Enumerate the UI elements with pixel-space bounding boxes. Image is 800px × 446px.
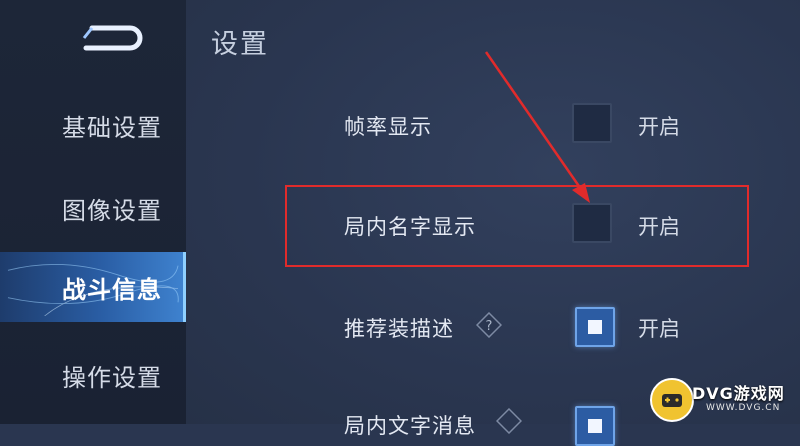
- sidebar-item-basic[interactable]: 基础设置: [0, 93, 186, 157]
- watermark: DVG游戏网 WWW.DVG.CN: [650, 374, 800, 424]
- checkbox-check-mark: [588, 320, 602, 334]
- text-messages-checkbox[interactable]: [575, 406, 615, 446]
- help-diamond-icon[interactable]: [496, 408, 522, 434]
- row-label-text-messages: 局内文字消息: [344, 414, 476, 438]
- sidebar-item-label: 图像设置: [62, 196, 162, 225]
- sidebar-item-label: 操作设置: [62, 363, 162, 392]
- sidebar-item-label: 基础设置: [62, 113, 162, 142]
- checkbox-check-mark: [588, 419, 602, 433]
- sidebar-item-graphics[interactable]: 图像设置: [0, 176, 186, 240]
- back-arrow-icon[interactable]: [78, 20, 148, 54]
- watermark-logo-icon: [650, 378, 694, 422]
- sidebar: 基础设置 图像设置 战斗信息 操作设置: [0, 0, 186, 424]
- row-label-recommended-items: 推荐装描述: [344, 317, 454, 341]
- row-label-fps: 帧率显示: [344, 115, 432, 139]
- help-diamond-icon[interactable]: ?: [476, 312, 502, 338]
- sidebar-item-controls[interactable]: 操作设置: [0, 343, 186, 407]
- recommended-items-state-label: 开启: [638, 317, 680, 341]
- watermark-subtitle: WWW.DVG.CN: [706, 403, 781, 413]
- page-title: 设置: [211, 29, 269, 60]
- fps-state-label: 开启: [638, 115, 680, 139]
- annotation-highlight-box: [285, 185, 749, 267]
- sidebar-item-label: 战斗信息: [62, 275, 162, 304]
- sidebar-item-battle-info[interactable]: 战斗信息: [0, 252, 186, 322]
- recommended-items-checkbox[interactable]: [575, 307, 615, 347]
- svg-text:?: ?: [486, 319, 493, 334]
- fps-checkbox[interactable]: [572, 103, 612, 143]
- watermark-title: DVG游戏网: [692, 384, 785, 403]
